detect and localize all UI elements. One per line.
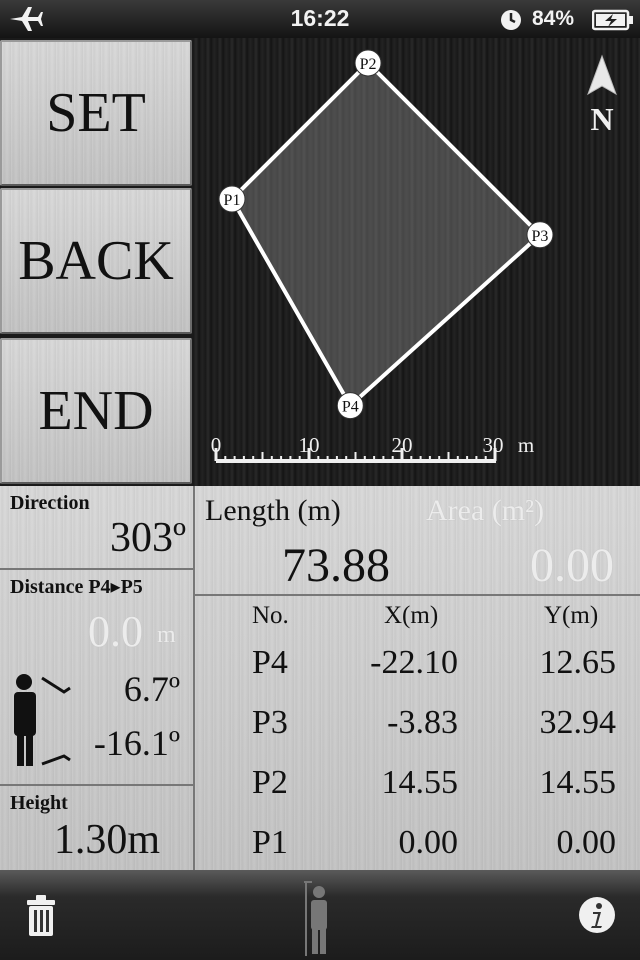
scale-bar: 0 10 20 30 m xyxy=(211,433,534,463)
polygon-plot: P1 P2 P3 P4 N 0 10 20 30 m xyxy=(194,38,640,486)
direction-value: 303º xyxy=(109,515,186,561)
length-label: Length (m) xyxy=(205,494,341,527)
polygon-shape xyxy=(229,60,543,409)
trash-icon[interactable] xyxy=(24,894,58,938)
north-label: N xyxy=(590,101,613,137)
scale-tick-20: 20 xyxy=(392,433,413,457)
table-cell-x: 14.55 xyxy=(381,764,459,801)
point-label-p1: P1 xyxy=(224,192,241,209)
table-cell-y: 12.65 xyxy=(539,644,617,681)
distance-unit: m xyxy=(157,622,176,648)
battery-charging-icon xyxy=(592,9,633,31)
height-label: Height xyxy=(10,792,68,814)
table-cell-no: P2 xyxy=(252,764,288,801)
end-button[interactable]: END xyxy=(0,338,192,484)
table-cell-no: P1 xyxy=(252,824,288,861)
angle-up-value: 6.7º xyxy=(123,669,180,709)
person-height-icon[interactable] xyxy=(302,880,336,958)
table-cell-no: P3 xyxy=(252,704,288,741)
point-label-p2: P2 xyxy=(360,56,377,73)
table-header-no: No. xyxy=(252,602,289,629)
table-cell-no: P4 xyxy=(252,644,288,681)
polygon-plot-svg: P1 P2 P3 P4 N 0 10 20 30 m xyxy=(211,49,617,463)
back-button[interactable]: BACK xyxy=(0,188,192,334)
info-icon[interactable] xyxy=(578,896,616,934)
distance-value: 0.0 xyxy=(88,607,143,656)
status-bar: 16:22 84% xyxy=(0,0,640,38)
scale-tick-10: 10 xyxy=(299,433,320,457)
direction-label: Direction xyxy=(10,492,90,514)
table-cell-x: 0.00 xyxy=(398,824,459,861)
length-value: 73.88 xyxy=(282,539,390,592)
scale-tick-0: 0 xyxy=(211,433,222,457)
distance-label: Distance P4▸P5 xyxy=(10,576,143,598)
table-cell-y: 0.00 xyxy=(556,824,617,861)
table-cell-x: -22.10 xyxy=(370,644,458,681)
table-header-x: X(m) xyxy=(384,602,439,629)
north-arrow-icon xyxy=(587,54,617,96)
bottom-toolbar xyxy=(0,870,640,960)
table-cell-y: 14.55 xyxy=(539,764,617,801)
clock-icon xyxy=(501,10,521,30)
table-cell-x: -3.83 xyxy=(387,704,458,741)
point-label-p3: P3 xyxy=(532,228,549,245)
table-cell-y: 32.94 xyxy=(539,704,617,741)
height-value: 1.30m xyxy=(53,817,160,863)
battery-percentage: 84% xyxy=(532,7,575,30)
scale-unit: m xyxy=(518,433,534,457)
angle-down-value: -16.1º xyxy=(93,723,180,763)
area-label: Area (m²) xyxy=(426,494,545,527)
table-header-y: Y(m) xyxy=(544,602,599,629)
scale-tick-30: 30 xyxy=(483,433,504,457)
point-label-p4: P4 xyxy=(342,399,359,416)
set-button[interactable]: SET xyxy=(0,40,192,186)
area-value: 0.00 xyxy=(530,539,614,592)
